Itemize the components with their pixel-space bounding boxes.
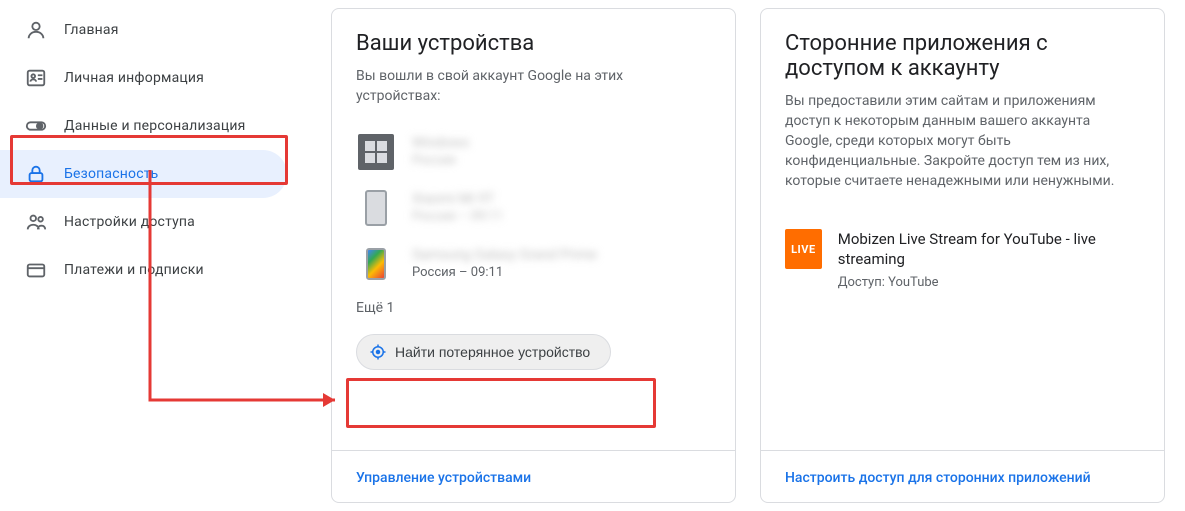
devices-card-desc: Вы вошли в свой аккаунт Google на этих у… [356,66,711,106]
devices-card-title: Ваши устройства [356,31,711,56]
app-name: Mobizen Live Stream for YouTube - live s… [838,229,1140,269]
card-icon [24,258,48,282]
apps-card-desc: Вы предоставили этим сайтам и приложения… [785,91,1140,191]
apps-card-footer: Настроить доступ для сторонних приложени… [761,450,1164,502]
device-meta: Россия [412,153,711,169]
toggle-icon [24,114,48,138]
device-row[interactable]: Samsung Galaxy Grand Prime Россия – 09:1… [356,236,711,292]
apps-card: Сторонние приложения с доступом к аккаун… [760,8,1165,503]
manage-devices-link[interactable]: Управление устройствами [356,470,531,486]
sidebar-item-label: Личная информация [64,70,204,86]
lock-icon [24,162,48,186]
sidebar-item-label: Данные и персонализация [64,118,246,134]
manage-apps-link[interactable]: Настроить доступ для сторонних приложени… [785,470,1091,486]
device-name: Xiaomi Mi 9T [412,191,711,209]
sidebar-item-payments[interactable]: Платежи и подписки [0,246,287,294]
target-icon [369,343,387,361]
device-name: Samsung Galaxy Grand Prime [412,247,711,265]
phone-icon [356,188,396,228]
device-meta: Россия – 09:11 [412,209,711,225]
sidebar-item-personal[interactable]: Личная информация [0,54,287,102]
sidebar-item-home[interactable]: Главная [0,6,287,54]
device-meta: Россия – 09:11 [412,265,711,281]
find-device-label: Найти потерянное устройство [395,344,590,360]
home-icon [24,18,48,42]
sidebar-item-data[interactable]: Данные и персонализация [0,102,287,150]
people-icon [24,210,48,234]
windows-icon [356,132,396,172]
app-icon: LIVE [785,229,822,269]
sidebar-item-sharing[interactable]: Настройки доступа [0,198,287,246]
sidebar-item-label: Главная [64,22,119,38]
app-access: Доступ: YouTube [838,275,1140,290]
device-row[interactable]: Windows Россия [356,124,711,180]
devices-more[interactable]: Ещё 1 [356,300,711,316]
apps-card-title: Сторонние приложения с доступом к аккаун… [785,31,1140,81]
find-device-button[interactable]: Найти потерянное устройство [356,334,611,370]
main-content: Ваши устройства Вы вошли в свой аккаунт … [295,0,1185,511]
devices-card-footer: Управление устройствами [332,450,735,502]
phone-icon [356,244,396,284]
sidebar-item-label: Настройки доступа [64,214,195,230]
devices-card: Ваши устройства Вы вошли в свой аккаунт … [331,8,736,503]
sidebar: Главная Личная информация Данные и персо… [0,0,295,511]
sidebar-item-label: Безопасность [64,166,159,182]
app-row[interactable]: LIVE Mobizen Live Stream for YouTube - l… [785,209,1140,290]
personal-info-icon [24,66,48,90]
device-name: Windows [412,135,711,153]
device-row[interactable]: Xiaomi Mi 9T Россия – 09:11 [356,180,711,236]
sidebar-item-security[interactable]: Безопасность [0,150,287,198]
sidebar-item-label: Платежи и подписки [64,262,204,278]
